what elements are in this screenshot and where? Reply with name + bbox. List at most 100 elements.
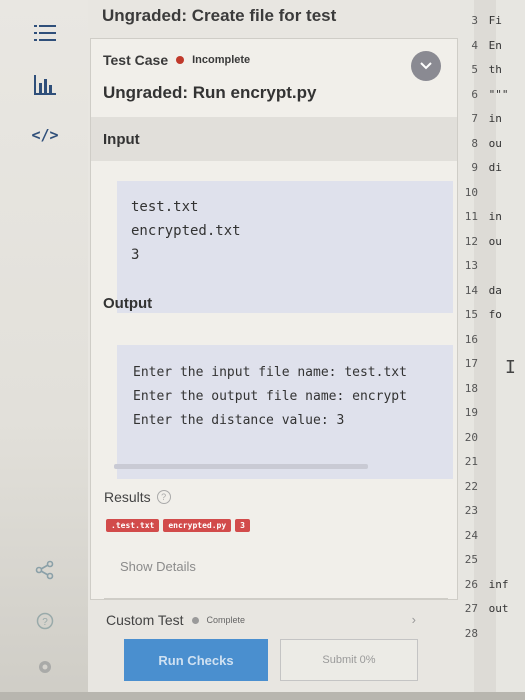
line-number: 5 xyxy=(471,63,478,76)
editor-line: 24 xyxy=(460,529,520,549)
code-text: da xyxy=(482,283,502,297)
line-number: 17 xyxy=(464,357,478,370)
editor-line: 22 xyxy=(460,480,520,500)
line-number: 28 xyxy=(464,626,478,640)
code-text: fo xyxy=(482,308,502,321)
divider xyxy=(104,598,448,599)
horizontal-scrollbar[interactable] xyxy=(114,464,368,469)
status-dot xyxy=(176,56,185,64)
results-header: Results ? xyxy=(104,489,171,505)
input-line: encrypted.txt xyxy=(131,223,241,239)
editor-line: 12 ou xyxy=(460,235,520,255)
code-text: out xyxy=(482,602,509,615)
bottom-edge xyxy=(0,692,525,700)
code-text: ou xyxy=(482,234,502,248)
help-icon[interactable]: ? xyxy=(156,490,171,504)
editor-line: 27 out xyxy=(460,602,520,622)
line-number: 13 xyxy=(464,259,478,272)
editor-line: 23 xyxy=(460,504,520,524)
editor-line: 21 xyxy=(460,455,520,475)
line-number: 3 xyxy=(471,14,478,27)
editor-line: 10 xyxy=(460,186,520,206)
bar-chart-icon[interactable] xyxy=(30,72,60,98)
line-number: 7 xyxy=(471,112,478,125)
code-text: in xyxy=(482,112,502,125)
line-number: 4 xyxy=(471,38,478,52)
run-checks-button[interactable]: Run Checks xyxy=(124,639,268,681)
line-number: 27 xyxy=(464,602,478,615)
line-number: 22 xyxy=(464,479,478,493)
editor-line: 14 da xyxy=(460,284,520,304)
chevron-right-icon[interactable]: › xyxy=(412,612,416,627)
code-text: """ xyxy=(482,87,509,101)
custom-test-status: Complete xyxy=(206,615,246,625)
icon-rail: </> ? xyxy=(0,0,89,700)
custom-test-label: Custom Test xyxy=(106,612,184,628)
editor-line: 13 xyxy=(460,259,520,279)
custom-test-row[interactable]: Custom Test Complete xyxy=(106,612,245,628)
test-case-label: Test Case xyxy=(103,52,169,68)
line-number: 25 xyxy=(464,553,478,566)
code-text: in xyxy=(482,210,502,223)
status-badge: Incomplete xyxy=(192,54,251,66)
line-number: 19 xyxy=(464,406,478,419)
editor-line: 18 xyxy=(460,382,520,402)
code-text: En xyxy=(482,38,502,52)
svg-text:?: ? xyxy=(42,617,48,628)
editor-line: 5 th xyxy=(460,63,520,83)
editor-line: 6 """ xyxy=(460,88,520,108)
test-case-title: Ungraded: Run encrypt.py xyxy=(103,83,317,102)
line-number: 20 xyxy=(464,430,478,444)
editor-line: 25 xyxy=(460,553,520,573)
test-case-header: Test Case Incomplete xyxy=(103,52,250,68)
editor-line: 4 En xyxy=(460,39,520,59)
line-number: 21 xyxy=(464,455,478,468)
list-icon[interactable] xyxy=(30,20,60,46)
output-heading: Output xyxy=(103,294,153,312)
line-number: 11 xyxy=(464,210,478,223)
line-number: 10 xyxy=(464,185,478,199)
output-line: Enter the distance value: 3 xyxy=(133,413,345,428)
editor-line: 9 di xyxy=(460,161,520,181)
code-text: th xyxy=(482,63,502,76)
line-number: 18 xyxy=(464,381,478,395)
submit-button[interactable]: Submit 0% xyxy=(280,639,418,681)
page-title: Ungraded: Create file for test xyxy=(102,6,337,25)
code-text: ou xyxy=(482,136,502,150)
code-text: inf xyxy=(482,577,509,591)
share-icon[interactable] xyxy=(30,557,60,583)
input-line: test.txt xyxy=(131,199,199,215)
editor-line: 20 xyxy=(460,431,520,451)
input-heading: Input xyxy=(91,117,457,161)
show-details-link[interactable]: Show Details xyxy=(120,559,196,574)
chevron-down-icon[interactable] xyxy=(411,51,441,81)
output-box: Enter the input file name: test.txt Ente… xyxy=(117,345,453,479)
editor-line: 7 in xyxy=(460,112,520,132)
line-number: 14 xyxy=(464,283,478,297)
result-badge: .test.txt xyxy=(106,519,160,532)
result-badge: encrypted.py xyxy=(163,519,232,532)
input-line: 3 xyxy=(131,247,140,263)
code-text: di xyxy=(482,161,502,174)
result-badges: .test.txt encrypted.py 3 xyxy=(106,519,250,532)
editor-line: 11 in xyxy=(460,210,520,230)
line-number: 8 xyxy=(471,136,478,150)
line-number: 9 xyxy=(471,161,478,174)
results-label: Results xyxy=(104,489,151,505)
settings-icon[interactable] xyxy=(30,654,60,680)
output-line: Enter the input file name: test.txt xyxy=(133,365,407,380)
editor-line: 16 xyxy=(460,333,520,353)
code-icon[interactable]: </> xyxy=(30,122,60,148)
line-number: 6 xyxy=(471,87,478,101)
result-badge: 3 xyxy=(235,519,250,532)
line-number: 12 xyxy=(464,234,478,248)
line-number: 26 xyxy=(464,577,478,591)
output-line: Enter the output file name: encrypt xyxy=(133,389,407,404)
editor-line: 8 ou xyxy=(460,137,520,157)
main-panel: Ungraded: Create file for test Test Case… xyxy=(88,0,460,700)
line-number: 15 xyxy=(464,308,478,321)
editor-line: 3 Fi xyxy=(460,14,520,34)
test-case-card: Test Case Incomplete Ungraded: Run encry… xyxy=(90,38,458,600)
help-icon[interactable]: ? xyxy=(30,608,60,634)
editor-line: 28 xyxy=(460,627,520,647)
